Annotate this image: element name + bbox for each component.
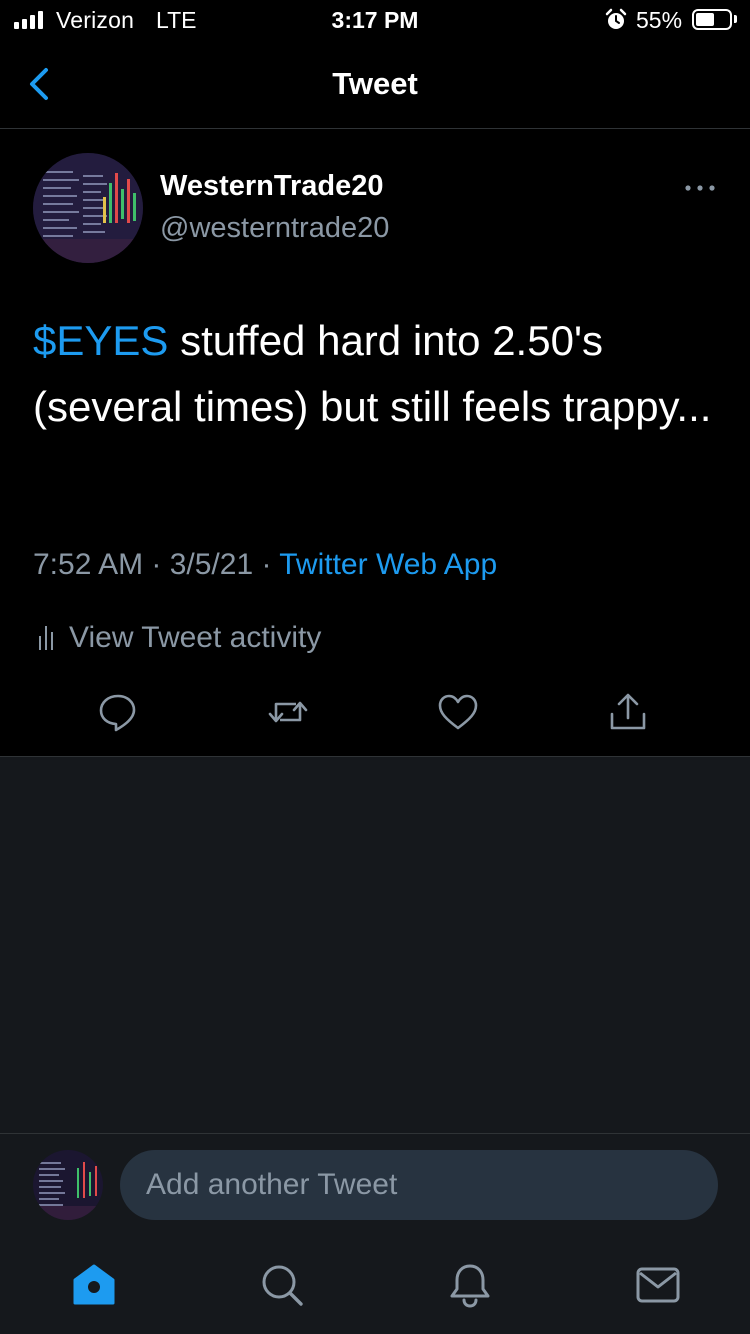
retweet-icon[interactable] bbox=[266, 690, 310, 734]
like-icon[interactable] bbox=[436, 690, 480, 734]
replies-area bbox=[0, 757, 750, 1133]
analytics-icon bbox=[39, 626, 53, 650]
reply-icon[interactable] bbox=[96, 690, 140, 734]
reply-input[interactable]: Add another Tweet bbox=[120, 1150, 718, 1220]
tab-bar bbox=[0, 1237, 750, 1334]
tweet-body: $EYES stuffed hard into 2.50's (several … bbox=[33, 308, 723, 440]
tweet-actions bbox=[0, 690, 750, 740]
navigation-bar: Tweet bbox=[0, 40, 750, 129]
cashtag-link[interactable]: $EYES bbox=[33, 317, 168, 364]
tweet-metadata: 7:52 AM · 3/5/21 · Twitter Web App bbox=[33, 548, 497, 582]
search-icon[interactable] bbox=[258, 1261, 306, 1309]
view-tweet-activity[interactable]: View Tweet activity bbox=[33, 618, 321, 658]
notifications-icon[interactable] bbox=[446, 1261, 494, 1309]
author-avatar[interactable] bbox=[33, 153, 143, 263]
battery-icon bbox=[692, 9, 732, 30]
home-icon[interactable] bbox=[70, 1261, 118, 1309]
alarm-icon bbox=[605, 8, 627, 29]
reply-placeholder: Add another Tweet bbox=[146, 1168, 398, 1201]
battery-level bbox=[696, 13, 714, 26]
author-display-name[interactable]: WesternTrade20 bbox=[160, 170, 384, 203]
author-handle[interactable]: @westerntrade20 bbox=[160, 212, 389, 245]
tweet-source-link[interactable]: Twitter Web App bbox=[279, 548, 497, 581]
messages-icon[interactable] bbox=[634, 1261, 682, 1309]
reply-bar: Add another Tweet bbox=[0, 1133, 750, 1237]
status-bar: Verizon LTE 3:17 PM 55% bbox=[0, 0, 750, 40]
more-options-icon[interactable] bbox=[680, 176, 720, 200]
share-icon[interactable] bbox=[606, 690, 650, 734]
tweet-timestamp: 7:52 AM · 3/5/21 · bbox=[33, 548, 280, 581]
battery-cap bbox=[734, 15, 737, 23]
user-avatar[interactable] bbox=[33, 1150, 103, 1220]
battery-percentage: 55% bbox=[636, 7, 683, 33]
activity-label: View Tweet activity bbox=[69, 621, 322, 654]
page-title: Tweet bbox=[332, 66, 418, 101]
